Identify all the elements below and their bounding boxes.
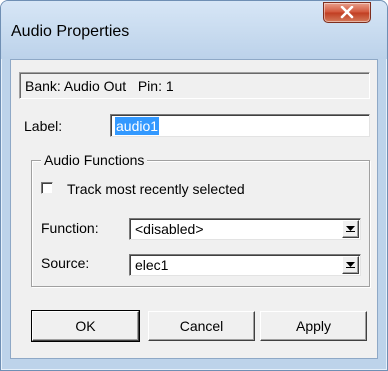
audio-functions-caption: Audio Functions (41, 152, 148, 168)
bank-pin-text: Bank: Audio Out Pin: 1 (25, 78, 174, 94)
source-caption: Source: (41, 255, 90, 271)
track-recent-checkbox[interactable] (41, 182, 53, 194)
source-value: elec1 (135, 257, 169, 273)
label-input-value: audio1 (115, 117, 160, 135)
close-icon (340, 6, 354, 19)
track-recent-label[interactable]: Track most recently selected (67, 181, 245, 197)
function-dropdown-button[interactable] (342, 220, 359, 238)
label-input[interactable]: audio1 (110, 114, 370, 137)
function-dropdown[interactable]: <disabled> (129, 218, 361, 240)
ok-button[interactable]: OK (31, 310, 140, 342)
source-dropdown-button[interactable] (342, 256, 359, 274)
function-caption: Function: (41, 220, 99, 236)
chevron-down-icon (346, 226, 355, 232)
chevron-down-icon (346, 262, 355, 268)
label-caption: Label: (24, 118, 63, 134)
function-value: <disabled> (135, 221, 204, 237)
bank-pin-info: Bank: Audio Out Pin: 1 (19, 72, 370, 99)
audio-properties-dialog: Audio Properties Bank: Audio Out Pin: 1 … (0, 0, 388, 371)
cancel-button[interactable]: Cancel (148, 311, 255, 341)
source-dropdown[interactable]: elec1 (129, 254, 361, 276)
close-button[interactable] (323, 2, 371, 23)
window-title: Audio Properties (11, 23, 130, 40)
apply-button[interactable]: Apply (260, 311, 367, 341)
title-bar[interactable]: Audio Properties (1, 1, 387, 59)
